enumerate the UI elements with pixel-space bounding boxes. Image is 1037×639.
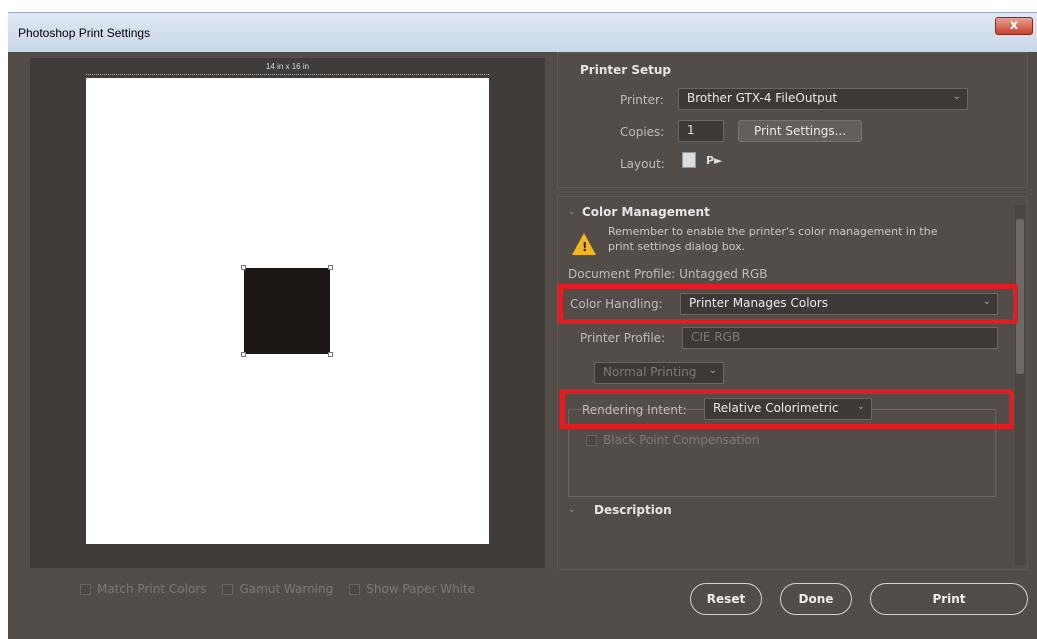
print-settings-button[interactable]: Print Settings... bbox=[738, 120, 862, 142]
layout-label: Layout: bbox=[620, 157, 665, 171]
checkbox-box bbox=[586, 434, 597, 446]
color-management-panel: ⌄ Color Management ! Remember to enable … bbox=[557, 196, 1028, 570]
print-button[interactable]: Print bbox=[870, 583, 1028, 615]
printer-profile-value: CIE RGB bbox=[691, 330, 741, 344]
close-button[interactable]: x bbox=[995, 17, 1033, 35]
checkbox-box bbox=[349, 583, 361, 595]
landscape-layout-icon[interactable]: P► bbox=[706, 154, 723, 167]
collapse-icon[interactable]: ⌄ bbox=[568, 505, 576, 515]
portrait-layout-icon[interactable] bbox=[682, 152, 696, 168]
paper-ruler bbox=[86, 74, 489, 77]
paper-size-label: 14 in x 16 in bbox=[265, 62, 310, 71]
checkbox-label: Show Paper White bbox=[366, 582, 476, 596]
show-paper-white-checkbox[interactable]: Show Paper White bbox=[349, 582, 475, 596]
printer-setup-panel: Printer Setup Printer: Brother GTX-4 Fil… bbox=[557, 52, 1028, 188]
copies-label: Copies: bbox=[620, 125, 665, 139]
checkbox-box bbox=[222, 583, 234, 595]
resize-handle-bl[interactable] bbox=[241, 352, 246, 357]
chevron-down-icon: ⌄ bbox=[952, 91, 961, 102]
copies-input[interactable]: 1 bbox=[678, 120, 724, 142]
close-icon: x bbox=[1009, 18, 1019, 33]
warning-text: Remember to enable the printer's color m… bbox=[608, 225, 938, 253]
color-management-title: Color Management bbox=[582, 205, 710, 219]
checkbox-label: Match Print Colors bbox=[97, 582, 207, 596]
resize-handle-tl[interactable] bbox=[241, 265, 246, 270]
checkbox-box bbox=[80, 583, 91, 595]
window-title: Photoshop Print Settings bbox=[18, 26, 151, 40]
collapse-icon[interactable]: ⌄ bbox=[568, 207, 576, 217]
copies-value: 1 bbox=[687, 123, 695, 137]
gamut-warning-checkbox[interactable]: Gamut Warning bbox=[222, 582, 333, 596]
print-settings-dialog: 14 in x 16 in Match Print Colors Gamut W… bbox=[8, 52, 1037, 639]
printer-label: Printer: bbox=[620, 93, 664, 107]
document-profile: Document Profile: Untagged RGB bbox=[568, 267, 768, 281]
checkbox-label: Gamut Warning bbox=[239, 582, 334, 596]
resize-handle-br[interactable] bbox=[328, 352, 333, 357]
highlight-rendering-intent bbox=[560, 389, 1014, 429]
image-preview[interactable] bbox=[241, 265, 333, 357]
printer-value: Brother GTX-4 FileOutput bbox=[687, 91, 838, 105]
printer-profile-select[interactable]: CIE RGB bbox=[682, 327, 998, 349]
black-point-checkbox[interactable]: Black Point Compensation bbox=[586, 433, 760, 447]
printer-select[interactable]: Brother GTX-4 FileOutput ⌄ bbox=[678, 88, 968, 110]
normal-printing-select[interactable]: Normal Printing ⌄ bbox=[594, 362, 724, 384]
paper-preview bbox=[86, 78, 489, 544]
reset-button[interactable]: Reset bbox=[690, 583, 762, 615]
printer-profile-label: Printer Profile: bbox=[580, 331, 666, 345]
highlight-color-handling bbox=[558, 284, 1018, 324]
title-bar: Photoshop Print Settings x bbox=[8, 12, 1037, 52]
print-preview: 14 in x 16 in bbox=[30, 58, 545, 568]
resize-handle-tr[interactable] bbox=[328, 265, 333, 270]
black-point-label: Black Point Compensation bbox=[603, 433, 760, 447]
done-button[interactable]: Done bbox=[780, 583, 852, 615]
match-print-colors-checkbox[interactable]: Match Print Colors bbox=[80, 582, 206, 596]
preview-options: Match Print Colors Gamut Warning Show Pa… bbox=[80, 582, 475, 596]
warning-exclamation: ! bbox=[582, 240, 588, 254]
printer-setup-title: Printer Setup bbox=[580, 63, 671, 77]
description-title: Description bbox=[594, 503, 672, 517]
chevron-down-icon: ⌄ bbox=[708, 365, 717, 376]
normal-printing-value: Normal Printing bbox=[603, 365, 697, 379]
